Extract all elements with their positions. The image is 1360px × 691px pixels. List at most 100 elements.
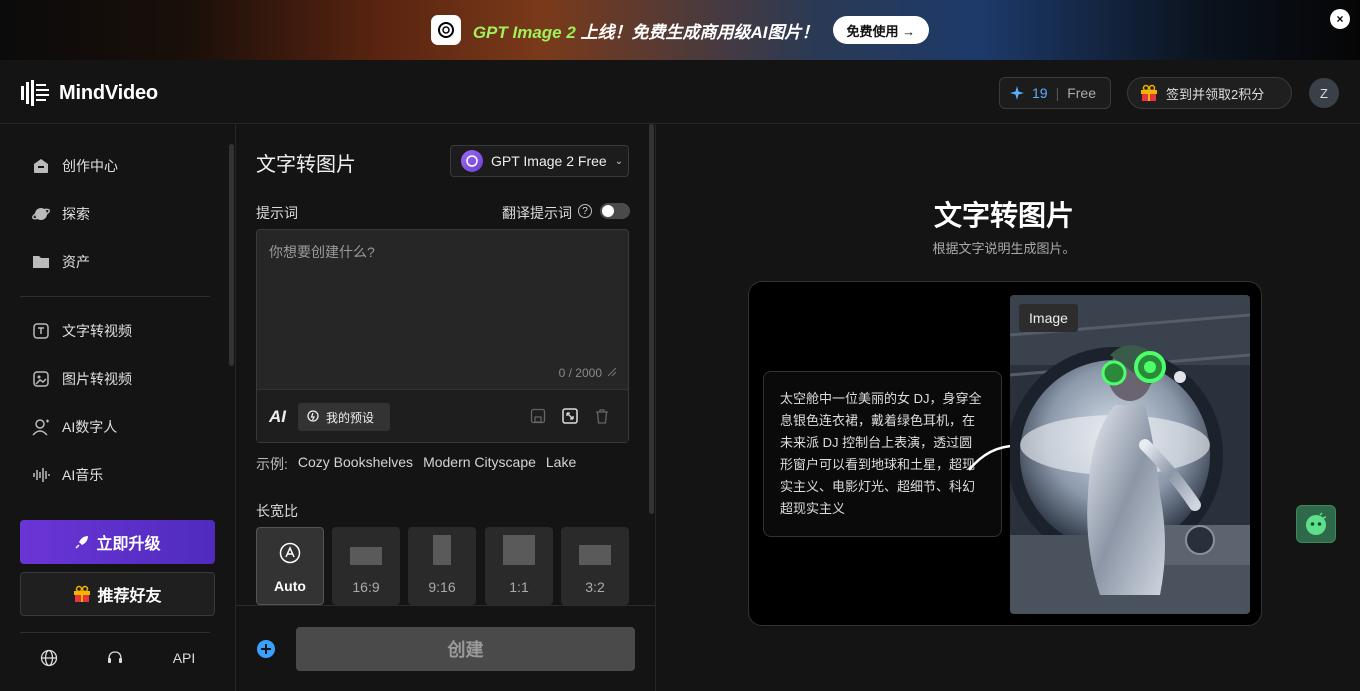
support-button[interactable] (104, 648, 126, 668)
ratio-shape (433, 535, 451, 565)
aspect-ratio-label: 长宽比 (256, 503, 298, 519)
sidebar-item-creation-center[interactable]: 创作中心 (20, 148, 210, 184)
brand-name: MindVideo (59, 81, 158, 104)
sidebar: 创作中心 探索 资产 文字转视频 图片转视频 AI数字人 AI音乐 立即升级 推… (0, 124, 236, 691)
image-video-icon (33, 371, 49, 387)
resize-handle-icon[interactable] (608, 368, 616, 376)
sidebar-scrollbar[interactable] (229, 144, 234, 366)
api-link[interactable]: API (164, 648, 204, 668)
credits-count: 19 (1032, 85, 1048, 101)
ai-badge: AI (269, 407, 286, 426)
sparkle-icon (1010, 86, 1024, 100)
sidebar-item-text-to-video[interactable]: 文字转视频 (20, 313, 210, 349)
bulb-icon (307, 410, 319, 422)
upgrade-label: 立即升级 (96, 536, 161, 553)
translate-toggle[interactable] (600, 203, 630, 219)
language-button[interactable] (38, 648, 60, 668)
model-name: GPT Image 2 Free (491, 153, 607, 169)
ratio-1-1[interactable]: 1:1 (485, 527, 553, 605)
gift-icon (1141, 84, 1157, 101)
expand-icon[interactable] (562, 408, 578, 424)
crosshair-icon[interactable] (256, 639, 276, 659)
panel-footer: 创建 (236, 605, 655, 691)
ratio-shape (579, 545, 611, 565)
brand-logo[interactable]: MindVideo (21, 80, 158, 106)
upgrade-button[interactable]: 立即升级 (20, 520, 215, 564)
credits-badge[interactable]: 19 | Free (999, 77, 1111, 109)
sidebar-item-explore[interactable]: 探索 (20, 196, 210, 232)
image-tag: Image (1019, 304, 1078, 332)
planet-icon (32, 208, 50, 220)
gift-icon (74, 585, 91, 602)
ratio-label: 1:1 (509, 579, 529, 595)
refer-friend-button[interactable]: 推荐好友 (20, 572, 215, 616)
prompt-label: 提示词 (256, 205, 298, 221)
model-select[interactable]: GPT Image 2 Free ⌄ (450, 145, 629, 177)
banner-title: GPT Image 2 上线！免费生成商用级AI图片！ (473, 18, 819, 43)
sidebar-item-ai-music[interactable]: AI音乐 (20, 457, 210, 493)
sidebar-item-label: 文字转视频 (62, 323, 132, 339)
mindvideo-logo-icon (21, 80, 49, 106)
sidebar-item-label: 资产 (62, 254, 90, 270)
globe-icon (40, 649, 58, 667)
prompt-input[interactable] (257, 230, 628, 388)
checkin-button[interactable]: 签到并领取2积分 (1127, 77, 1292, 109)
sidebar-item-ai-avatar[interactable]: AI数字人 (20, 409, 210, 445)
examples-label: 示例: (256, 456, 288, 472)
sidebar-item-assets[interactable]: 资产 (20, 244, 210, 280)
preset-label: 我的预设 (326, 410, 375, 425)
showcase-subtitle: 根据文字说明生成图片。 (932, 241, 1076, 256)
ratio-label: 9:16 (428, 579, 456, 595)
sidebar-item-image-to-video[interactable]: 图片转视频 (20, 361, 210, 397)
ratio-16-9[interactable]: 16:9 (332, 527, 400, 605)
sidebar-bottom-divider (20, 632, 210, 633)
prompt-toolbar: AI 我的预设 (257, 389, 628, 442)
showcase-title: 文字转图片 (933, 200, 1074, 231)
create-button[interactable]: 创建 (296, 627, 635, 671)
ai-enhance-button[interactable]: AI (269, 407, 286, 427)
ratio-shape (350, 547, 382, 565)
user-avatar[interactable]: Z (1309, 78, 1339, 108)
dj-illustration (1010, 295, 1250, 614)
my-presets-button[interactable]: 我的预设 (298, 403, 390, 431)
sidebar-divider (20, 296, 210, 297)
checkin-label: 签到并领取2积分 (1166, 86, 1265, 102)
ratio-auto[interactable]: Auto (256, 527, 324, 605)
banner-title-rest: 上线！免费生成商用级AI图片！ (575, 22, 819, 42)
top-bar: MindVideo 19 | Free 签到并领取2积分 Z (0, 60, 1360, 124)
ratio-label: 16:9 (352, 579, 380, 595)
model-icon (461, 150, 483, 172)
examples-row: 示例: Cozy Bookshelves Modern Cityscape La… (256, 454, 576, 474)
char-counter: 0 / 2000 (558, 366, 602, 380)
text-video-icon (33, 323, 49, 339)
save-icon[interactable] (530, 408, 546, 424)
auto-ratio-icon (279, 542, 301, 564)
promo-banner[interactable]: GPT Image 2 上线！免费生成商用级AI图片！ 免费使用 → × (0, 0, 1360, 60)
example-chip[interactable]: Lake (546, 454, 576, 474)
sidebar-item-label: AI音乐 (62, 467, 104, 483)
example-card: 太空舱中一位美丽的女 DJ，身穿全息银色连衣裙，戴着绿色耳机，在未来派 DJ 控… (748, 281, 1262, 626)
ratio-3-2[interactable]: 3:2 (561, 527, 629, 605)
help-icon[interactable]: ? (578, 204, 592, 218)
refer-label: 推荐好友 (97, 588, 162, 605)
banner-close-button[interactable]: × (1330, 9, 1350, 29)
translate-label: 翻译提示词 (502, 205, 572, 221)
ratio-9-16[interactable]: 9:16 (408, 527, 476, 605)
audio-wave-icon (33, 468, 50, 482)
folder-icon (33, 256, 49, 268)
example-chip[interactable]: Cozy Bookshelves (298, 454, 413, 474)
chat-bot-icon (1306, 512, 1327, 535)
ratio-label: 3:2 (585, 579, 605, 595)
plan-label: Free (1067, 85, 1097, 101)
free-use-button[interactable]: 免费使用 → (832, 16, 930, 44)
trash-icon[interactable] (594, 408, 610, 424)
person-icon (32, 419, 49, 436)
banner-title-highlight: GPT Image 2 (472, 22, 576, 42)
sidebar-item-label: 图片转视频 (62, 371, 132, 387)
home-icon (34, 159, 48, 173)
rocket-icon (75, 536, 89, 549)
openai-logo-icon (430, 15, 461, 45)
example-chip[interactable]: Modern Cityscape (423, 454, 536, 474)
panel-scrollbar[interactable] (649, 124, 654, 514)
assistant-fab[interactable] (1296, 505, 1336, 543)
